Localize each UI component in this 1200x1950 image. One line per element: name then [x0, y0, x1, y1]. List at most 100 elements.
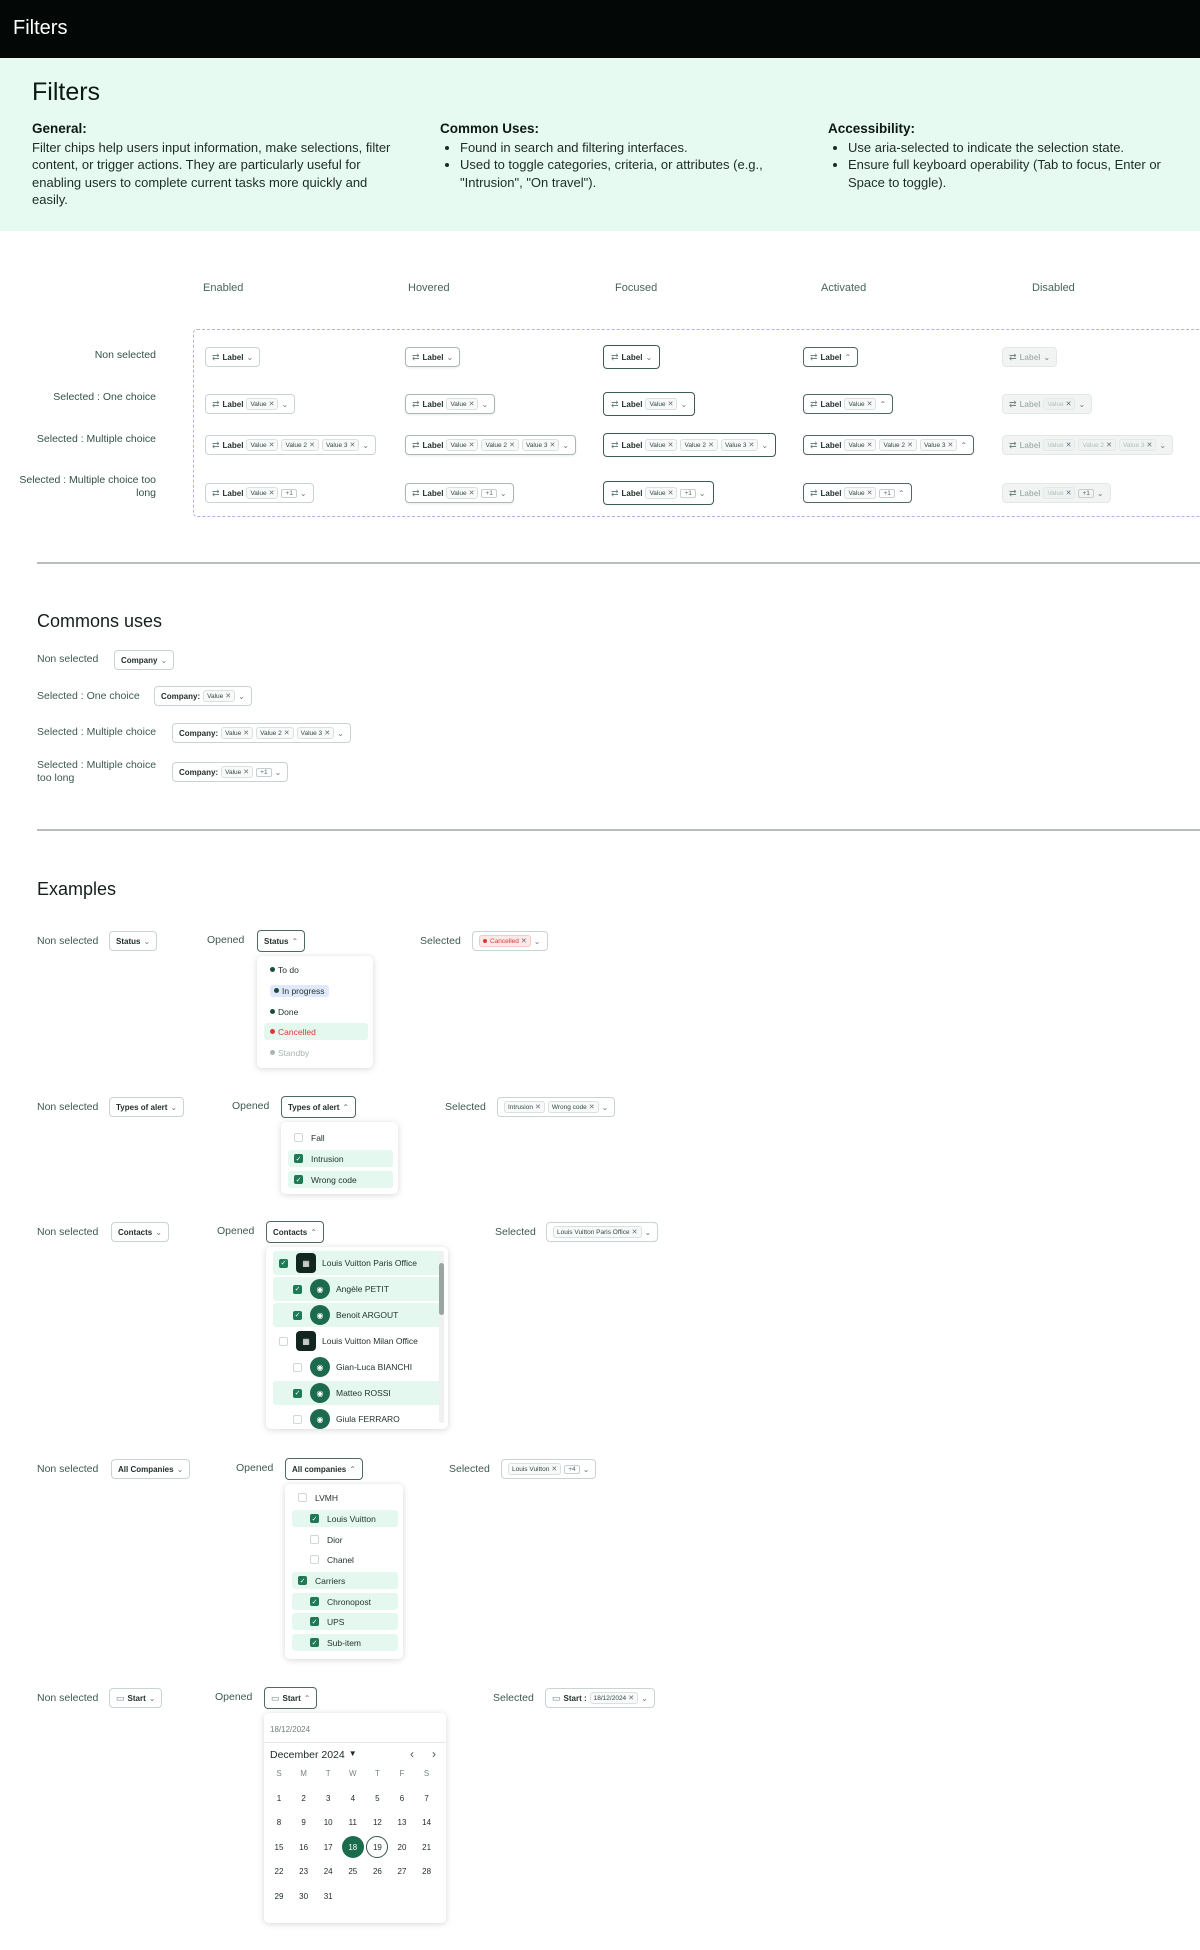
calendar-day[interactable]: 17 [317, 1836, 339, 1858]
prev-month-icon[interactable]: ‹ [410, 1747, 414, 1761]
company-filter-chip-multiple[interactable]: Company: Value ✕ Value 2 ✕ Value 3 ✕ ⌄ [172, 723, 351, 743]
company-option[interactable]: ✓ Chronopost [292, 1593, 398, 1610]
close-icon[interactable]: ✕ [469, 441, 475, 449]
value-pill[interactable]: Louis Vuitton ✕ [508, 1463, 562, 1475]
close-icon[interactable]: ✕ [867, 400, 873, 408]
calendar-day-selected[interactable]: 18 [341, 1836, 364, 1858]
close-icon[interactable]: ✕ [1066, 441, 1072, 449]
checkbox-checked[interactable]: ✓ [310, 1597, 319, 1606]
close-icon[interactable]: ✕ [269, 441, 275, 449]
close-icon[interactable]: ✕ [749, 441, 755, 449]
contact-option-group[interactable]: ✓ ▦ Louis Vuitton Paris Office [273, 1251, 443, 1275]
contact-option[interactable]: ✓ ◉ Benoit ARGOUT [273, 1303, 443, 1327]
calendar-day[interactable]: 24 [317, 1861, 339, 1883]
filter-chip-focused[interactable]: ⇄ Label Value ✕ ⌄ [603, 392, 696, 416]
close-icon[interactable]: ✕ [509, 441, 515, 449]
alert-filter-chip-open[interactable]: Types of alert ⌃ [281, 1096, 357, 1118]
close-icon[interactable]: ✕ [551, 1465, 557, 1473]
calendar-day[interactable]: 20 [391, 1836, 413, 1858]
filter-chip-hovered[interactable]: ⇄ Label ⌄ [405, 347, 461, 367]
value-pill[interactable]: Wrong code ✕ [547, 1101, 599, 1113]
companies-filter-chip-selected[interactable]: Louis Vuitton ✕ +4 ⌄ [501, 1459, 597, 1479]
value-pill[interactable]: Value 3 ✕ [1118, 439, 1157, 451]
checkbox-checked[interactable]: ✓ [294, 1154, 303, 1163]
checkbox[interactable] [310, 1535, 319, 1544]
company-filter-chip[interactable]: Company ⌄ [114, 650, 175, 670]
checkbox[interactable] [294, 1133, 303, 1142]
status-filter-chip-open[interactable]: Status ⌃ [257, 930, 306, 952]
status-option[interactable]: To do [264, 961, 368, 978]
contact-option-group[interactable]: ▦ Louis Vuitton Milan Office [273, 1329, 443, 1353]
value-pill[interactable]: Value ✕ [844, 398, 877, 410]
calendar-day[interactable]: 13 [391, 1812, 413, 1834]
value-pill[interactable]: Value 3 ✕ [521, 439, 560, 451]
value-pill[interactable]: Value ✕ [221, 727, 254, 739]
close-icon[interactable]: ✕ [225, 692, 231, 700]
calendar-day[interactable]: 11 [342, 1812, 364, 1834]
filter-chip-activated[interactable]: ⇄ Label Value ✕ +1 ⌃ [803, 483, 912, 503]
status-option[interactable]: Standby [264, 1044, 368, 1061]
status-option[interactable]: In progress [264, 982, 368, 999]
close-icon[interactable]: ✕ [535, 1103, 541, 1111]
calendar-day[interactable]: 27 [391, 1861, 413, 1883]
status-option-selected[interactable]: Cancelled [264, 1023, 368, 1040]
company-filter-chip-one[interactable]: Company: Value ✕ ⌄ [154, 686, 252, 706]
calendar-day[interactable]: 10 [317, 1812, 339, 1834]
close-icon[interactable]: ✕ [350, 441, 356, 449]
checkbox-checked[interactable]: ✓ [310, 1638, 319, 1647]
value-pill[interactable]: Value ✕ [645, 439, 678, 451]
alert-option[interactable]: Fall [288, 1129, 393, 1146]
value-pill[interactable]: Value 3 ✕ [919, 439, 958, 451]
date-input[interactable]: 18/12/2024 [270, 1725, 310, 1734]
checkbox-checked[interactable]: ✓ [293, 1388, 302, 1398]
close-icon[interactable]: ✕ [668, 400, 674, 408]
value-pill[interactable]: Value ✕ [645, 487, 678, 499]
contact-option[interactable]: ✓ ◉ Matteo ROSSI [273, 1381, 443, 1405]
calendar-day[interactable]: 30 [293, 1885, 315, 1907]
checkbox[interactable] [279, 1336, 288, 1346]
checkbox-checked[interactable]: ✓ [310, 1514, 319, 1523]
checkbox[interactable] [310, 1555, 319, 1564]
status-filter-chip[interactable]: Status ⌄ [109, 931, 158, 951]
value-pill[interactable]: Value 2 ✕ [481, 439, 519, 451]
close-icon[interactable]: ✕ [1066, 489, 1072, 497]
value-pill[interactable]: Intrusion ✕ [504, 1101, 545, 1113]
calendar-day[interactable]: 29 [268, 1885, 290, 1907]
checkbox-checked[interactable]: ✓ [298, 1576, 307, 1585]
value-pill[interactable]: Value ✕ [1043, 398, 1076, 410]
company-option[interactable]: ✓ UPS [292, 1613, 398, 1630]
contact-option[interactable]: ◉ Giula FERRARO [273, 1407, 443, 1429]
filter-chip-focused[interactable]: ⇄ Label Value ✕ Value 2 ✕ Value 3 ✕ ⌄ [603, 433, 777, 457]
filter-chip-enabled[interactable]: ⇄ Label ⌄ [205, 347, 261, 367]
calendar-day[interactable]: 16 [293, 1836, 315, 1858]
value-pill[interactable]: Value ✕ [246, 439, 279, 451]
status-option[interactable]: Done [264, 1003, 368, 1020]
contacts-filter-chip-selected[interactable]: Louis Vuitton Paris Office ✕ ⌄ [546, 1222, 659, 1242]
close-icon[interactable]: ✕ [668, 489, 674, 497]
contacts-filter-chip-open[interactable]: Contacts ⌃ [266, 1221, 324, 1243]
alert-option-selected[interactable]: ✓ Wrong code [288, 1171, 393, 1188]
close-icon[interactable]: ✕ [243, 768, 249, 776]
scrollbar-thumb[interactable] [439, 1263, 444, 1315]
checkbox[interactable] [293, 1414, 302, 1424]
value-pill[interactable]: Value ✕ [221, 766, 254, 778]
date-filter-chip-selected[interactable]: ▭ Start :18/12/2024 ✕ ⌄ [545, 1688, 655, 1708]
calendar-day[interactable]: 23 [293, 1861, 315, 1883]
calendar-day[interactable]: 3 [317, 1787, 339, 1809]
filter-chip-activated[interactable]: ⇄ Label ⌃ [803, 347, 859, 367]
companies-filter-chip-open[interactable]: All companies ⌃ [285, 1458, 363, 1480]
value-pill[interactable]: Value ✕ [1043, 439, 1076, 451]
close-icon[interactable]: ✕ [550, 441, 556, 449]
scrollbar-track[interactable] [439, 1251, 444, 1423]
value-pill[interactable]: Value 3 ✕ [720, 439, 759, 451]
company-option-group[interactable]: LVMH [292, 1489, 398, 1506]
close-icon[interactable]: ✕ [1147, 441, 1153, 449]
company-filter-chip-long[interactable]: Company: Value ✕ +1 ⌄ [172, 762, 289, 782]
company-option[interactable]: Chanel [292, 1551, 398, 1568]
filter-chip-activated[interactable]: ⇄ Label Value ✕ Value 2 ✕ Value 3 ✕ ⌃ [803, 435, 975, 455]
calendar-day[interactable]: 6 [391, 1787, 413, 1809]
close-icon[interactable]: ✕ [284, 729, 290, 737]
month-selector[interactable]: December 2024 ▼ [270, 1749, 357, 1761]
close-icon[interactable]: ✕ [521, 937, 527, 945]
filter-chip-hovered[interactable]: ⇄ Label Value ✕ +1 ⌄ [405, 483, 514, 503]
